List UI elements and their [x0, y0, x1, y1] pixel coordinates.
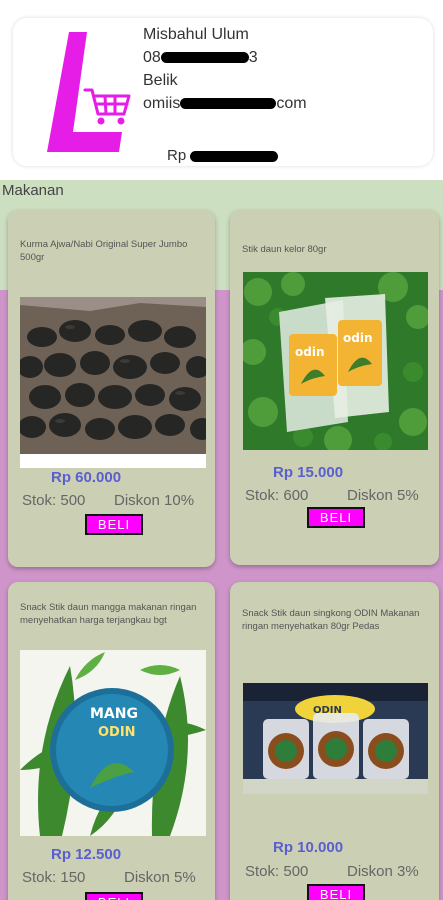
product-stock: Stok: 150	[22, 869, 86, 886]
product-image	[20, 297, 206, 468]
svg-text:MANG: MANG	[90, 706, 138, 722]
product-card[interactable]: Snack Stik daun singkong ODIN Makanan ri…	[230, 582, 439, 900]
profile-name: Misbahul Ulum	[143, 26, 249, 43]
product-price: Rp 60.000	[51, 469, 122, 486]
buy-button[interactable]: BELI	[307, 507, 365, 528]
redaction-bar	[180, 98, 277, 110]
product-name: Kurma Ajwa/Nabi Original Super Jumbo 500…	[20, 239, 188, 263]
product-price: Rp 10.000	[273, 839, 344, 856]
product-stock: Stok: 600	[245, 487, 309, 504]
buy-button[interactable]: BELI	[307, 884, 365, 900]
store-logo-icon	[47, 32, 131, 152]
product-price: Rp 15.000	[273, 464, 344, 481]
product-name: Snack Stik daun singkong ODIN Makanan ri…	[242, 608, 420, 632]
redaction-bar	[160, 52, 249, 64]
product-discount: Diskon 10%	[114, 492, 195, 509]
product-image: MANG ODIN	[20, 650, 206, 836]
profile-balance: Rp	[167, 147, 279, 164]
profile-city: Belik	[143, 72, 178, 89]
product-discount: Diskon 5%	[124, 869, 196, 886]
buy-button[interactable]: BELI	[85, 514, 143, 535]
svg-text:ODIN: ODIN	[98, 725, 136, 740]
product-card[interactable]: Kurma Ajwa/Nabi Original Super Jumbo 500…	[8, 210, 215, 567]
profile-email: omiis com	[143, 95, 307, 112]
section-title: Makanan	[2, 182, 64, 199]
product-name: Snack Stik daun mangga makanan ringan me…	[20, 602, 197, 626]
profile-phone: 08 3	[143, 49, 258, 66]
product-card[interactable]: Stik daun kelor 80gr odin odin Rp 15.000…	[230, 210, 439, 565]
product-image: odin odin	[243, 272, 428, 450]
product-name: Stik daun kelor 80gr	[242, 244, 327, 255]
product-price: Rp 12.500	[51, 846, 122, 863]
product-discount: Diskon 3%	[347, 863, 419, 880]
product-image: ODIN	[243, 683, 428, 794]
product-stock: Stok: 500	[245, 863, 309, 880]
svg-text:odin: odin	[343, 331, 373, 345]
svg-text:odin: odin	[295, 345, 325, 359]
buy-button[interactable]: BELI	[85, 892, 143, 900]
product-discount: Diskon 5%	[347, 487, 419, 504]
redaction-bar	[190, 150, 279, 162]
product-card[interactable]: Snack Stik daun mangga makanan ringan me…	[8, 582, 215, 900]
profile-card: Misbahul Ulum 08 3 Belik omiis com Rp	[13, 18, 433, 166]
product-stock: Stok: 500	[22, 492, 86, 509]
